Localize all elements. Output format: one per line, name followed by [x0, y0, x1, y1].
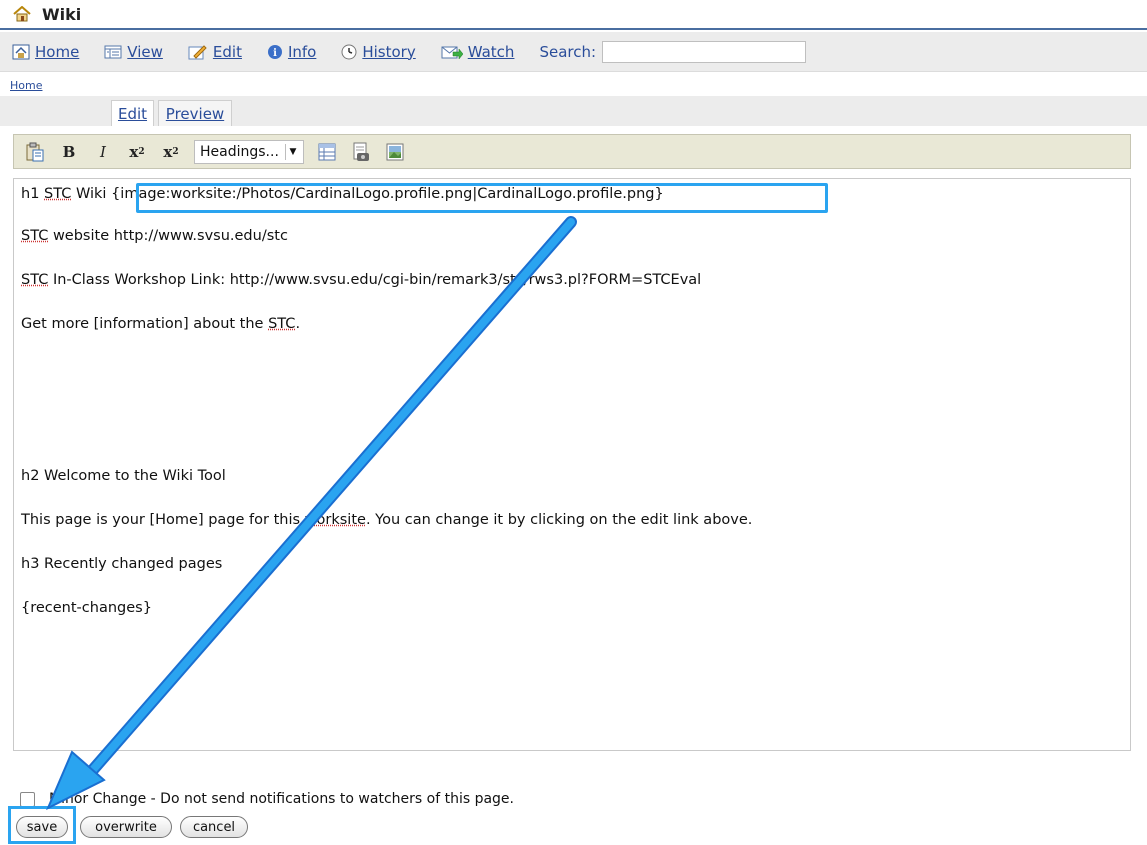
wiki-toolbar: Home View Edit i Info History Watch Sear… — [0, 32, 1147, 72]
content-line-8: {recent-changes} — [21, 600, 152, 616]
info-label: Info — [287, 42, 317, 61]
home-icon — [12, 44, 30, 59]
paste-icon[interactable] — [24, 141, 46, 163]
home-page-text-end: . You can change it by clicking on the e… — [365, 512, 753, 528]
wiki-content-textarea[interactable]: h1 STC Wiki {image:worksite:/Photos/Card… — [13, 178, 1131, 751]
headings-value: Headings... — [200, 143, 279, 160]
overwrite-button[interactable]: overwrite — [80, 816, 172, 838]
superscript-button[interactable]: x2 — [126, 141, 148, 163]
content-line-7: h3 Recently changed pages — [21, 556, 223, 572]
search-label: Search: — [539, 42, 597, 61]
chevron-down-icon: ▼ — [284, 143, 300, 160]
watch-link[interactable]: Watch — [441, 42, 515, 61]
home-label: Home — [35, 42, 80, 61]
breadcrumb-home[interactable]: Home — [10, 79, 42, 92]
info-icon: i — [267, 44, 282, 59]
cancel-button[interactable]: cancel — [180, 816, 248, 838]
spell-flag-stc: STC — [268, 316, 296, 332]
superscript-label: x — [129, 142, 139, 161]
website-text: website http://www.svsu.edu/stc — [48, 228, 288, 244]
spell-flag-stc: STC — [21, 228, 49, 244]
page-title: Wiki — [42, 4, 82, 24]
edit-label: Edit — [212, 42, 242, 61]
headings-dropdown[interactable]: Headings... ▼ — [194, 139, 304, 164]
history-label: History — [362, 42, 416, 61]
title-bar: Wiki — [0, 0, 1147, 30]
subscript-button[interactable]: x2 — [160, 141, 182, 163]
spell-flag-worksite: worksite — [304, 512, 366, 528]
spell-flag-stc: STC — [44, 186, 72, 202]
heading-text: Wiki — [71, 186, 112, 202]
minor-change-row: Minor Change - Do not send notifications… — [20, 791, 514, 807]
table-icon[interactable] — [316, 141, 338, 163]
minor-change-checkbox[interactable] — [20, 791, 35, 807]
view-icon — [104, 45, 122, 58]
bold-button[interactable]: B — [58, 141, 80, 163]
clock-icon — [341, 44, 357, 59]
save-button-highlight — [8, 806, 76, 844]
tab-preview[interactable]: Preview — [158, 100, 232, 126]
watch-envelope-icon — [441, 46, 463, 60]
home-link[interactable]: Home — [12, 43, 79, 61]
content-line-3: STC In-Class Workshop Link: http://www.s… — [21, 272, 701, 288]
svg-text:i: i — [273, 48, 277, 59]
superscript-mark: 2 — [138, 146, 145, 157]
image-markup-highlight — [136, 183, 828, 213]
history-link[interactable]: History — [341, 42, 416, 61]
watch-label: Watch — [467, 42, 515, 61]
tab-edit[interactable]: Edit — [111, 100, 154, 126]
view-label: View — [127, 42, 163, 61]
info-text-end: . — [295, 316, 301, 332]
home-icon — [13, 6, 31, 22]
wiki-page: Wiki Home View Edit i Info History Watch… — [0, 0, 1147, 845]
edit-pencil-icon — [188, 44, 207, 59]
home-page-text: This page is your [Home] page for this — [21, 512, 305, 528]
workshop-link-text: In-Class Workshop Link: http://www.svsu.… — [48, 272, 702, 288]
minor-change-label: Minor Change - Do not send notifications… — [49, 791, 514, 807]
subscript-mark: 2 — [172, 146, 179, 157]
spell-flag-stc: STC — [21, 272, 49, 288]
editor-toolbar: B I x2 x2 Headings... ▼ — [13, 134, 1131, 169]
info-text: Get more [information] about the — [21, 316, 269, 332]
subscript-label: x — [163, 142, 173, 161]
view-link[interactable]: View — [104, 43, 163, 61]
italic-button[interactable]: I — [92, 141, 114, 163]
content-line-5: h2 Welcome to the Wiki Tool — [21, 468, 226, 484]
info-link[interactable]: i Info — [267, 43, 316, 61]
attachment-icon[interactable] — [350, 141, 372, 163]
content-line-4: Get more [information] about the STC. — [21, 316, 300, 332]
content-line-6: This page is your [Home] page for this w… — [21, 512, 752, 528]
image-icon[interactable] — [384, 141, 406, 163]
heading-markup: h1 — [21, 186, 45, 202]
content-line-2: STC website http://www.svsu.edu/stc — [21, 228, 288, 244]
edit-link[interactable]: Edit — [188, 43, 242, 61]
search-input[interactable] — [602, 40, 807, 63]
